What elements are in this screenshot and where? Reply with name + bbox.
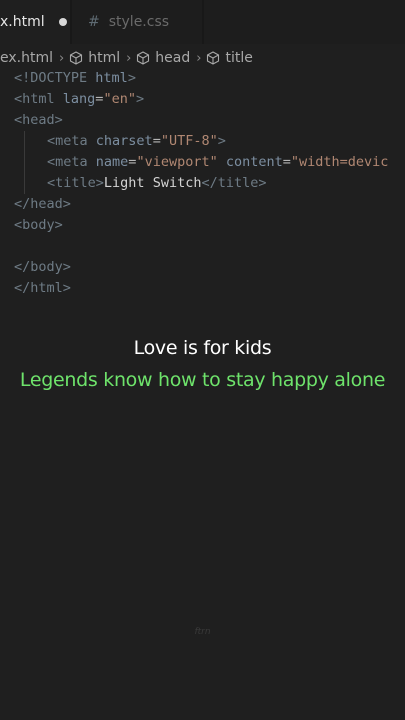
code-token: meta: [55, 154, 88, 170]
code-token: head: [30, 196, 63, 212]
tab-label: x.html: [0, 13, 45, 30]
code-token: </: [14, 259, 31, 275]
code-token: title: [217, 175, 259, 191]
code-token: <: [14, 217, 23, 233]
code-token: </: [14, 280, 31, 296]
code-token: >: [258, 175, 267, 191]
caption-line-1: Love is for kids: [133, 337, 272, 359]
code-token: html: [30, 280, 63, 296]
code-token: html: [87, 70, 128, 86]
code-token: >: [54, 217, 63, 233]
code-token: =: [282, 154, 291, 170]
indent-guide: [24, 131, 25, 194]
chevron-right-icon: ›: [126, 50, 132, 66]
code-token: =: [152, 133, 161, 149]
code-token: >: [62, 196, 71, 212]
code-line-10: </body>: [14, 257, 71, 278]
tab-divider: [202, 0, 204, 44]
code-token: <: [47, 175, 56, 191]
code-token: charset: [87, 133, 153, 149]
breadcrumb-item-head[interactable]: head: [155, 50, 190, 66]
code-token: <: [14, 112, 23, 128]
chevron-right-icon: ›: [196, 50, 202, 66]
code-token: body: [22, 217, 55, 233]
code-token: <: [47, 133, 56, 149]
code-token: head: [22, 112, 55, 128]
breadcrumb: ex.html › html › head › title: [0, 47, 253, 69]
cube-icon: [136, 51, 150, 65]
code-line-2: <html lang="en">: [14, 89, 144, 110]
code-token: <: [47, 154, 56, 170]
code-token: Light Switch: [103, 175, 202, 191]
editor-screen: x.html # style.css ex.html › html › head…: [0, 0, 405, 720]
code-token: >: [62, 280, 71, 296]
caption-line-2: Legends know how to stay happy alone: [19, 369, 386, 391]
code-token: >: [95, 175, 104, 191]
code-token: name: [87, 154, 129, 170]
code-token: >: [62, 259, 71, 275]
code-token: <: [14, 91, 23, 107]
code-token: <!: [14, 70, 31, 86]
code-line-1: <!DOCTYPE html>: [14, 68, 136, 89]
code-token: meta: [55, 133, 88, 149]
hash-icon: #: [88, 14, 100, 30]
watermark: ftrn: [194, 627, 211, 637]
code-line-5: <meta name="viewport" content="width=dev…: [47, 152, 388, 173]
tab-label: style.css: [108, 14, 170, 30]
tab-bar: x.html # style.css: [0, 0, 405, 44]
code-line-11: </html>: [14, 278, 71, 299]
code-token: >: [54, 112, 63, 128]
code-line-6: <title>Light Switch</title>: [47, 173, 267, 194]
code-token: </: [201, 175, 218, 191]
code-token: html: [22, 91, 55, 107]
code-token: "UTF-8": [160, 133, 218, 149]
cube-icon: [69, 51, 83, 65]
code-token: "en": [103, 91, 136, 107]
code-token: "viewport": [136, 154, 218, 170]
code-line-7: </head>: [14, 194, 71, 215]
code-token: content: [217, 154, 283, 170]
code-token: body: [30, 259, 63, 275]
code-token: >: [135, 91, 145, 107]
code-token: title: [55, 175, 96, 191]
unsaved-dot-icon[interactable]: [58, 17, 67, 26]
tab-style-css[interactable]: # style.css: [72, 0, 202, 44]
code-line-8: <body>: [14, 215, 63, 236]
code-token: >: [217, 133, 226, 149]
breadcrumb-item-html[interactable]: html: [88, 50, 120, 66]
breadcrumb-item-title[interactable]: title: [225, 50, 252, 66]
code-line-4: <meta charset="UTF-8">: [47, 131, 226, 152]
cube-icon: [206, 51, 220, 65]
code-line-3: <head>: [14, 110, 63, 131]
code-token: >: [127, 70, 136, 86]
code-token: </: [14, 196, 31, 212]
breadcrumb-item-file[interactable]: ex.html: [0, 50, 53, 66]
tab-index-html[interactable]: x.html: [0, 0, 70, 44]
code-token: DOCTYPE: [30, 70, 88, 86]
chevron-right-icon: ›: [59, 50, 65, 66]
code-token: "width=devic: [290, 154, 389, 170]
code-token: lang: [54, 91, 96, 107]
